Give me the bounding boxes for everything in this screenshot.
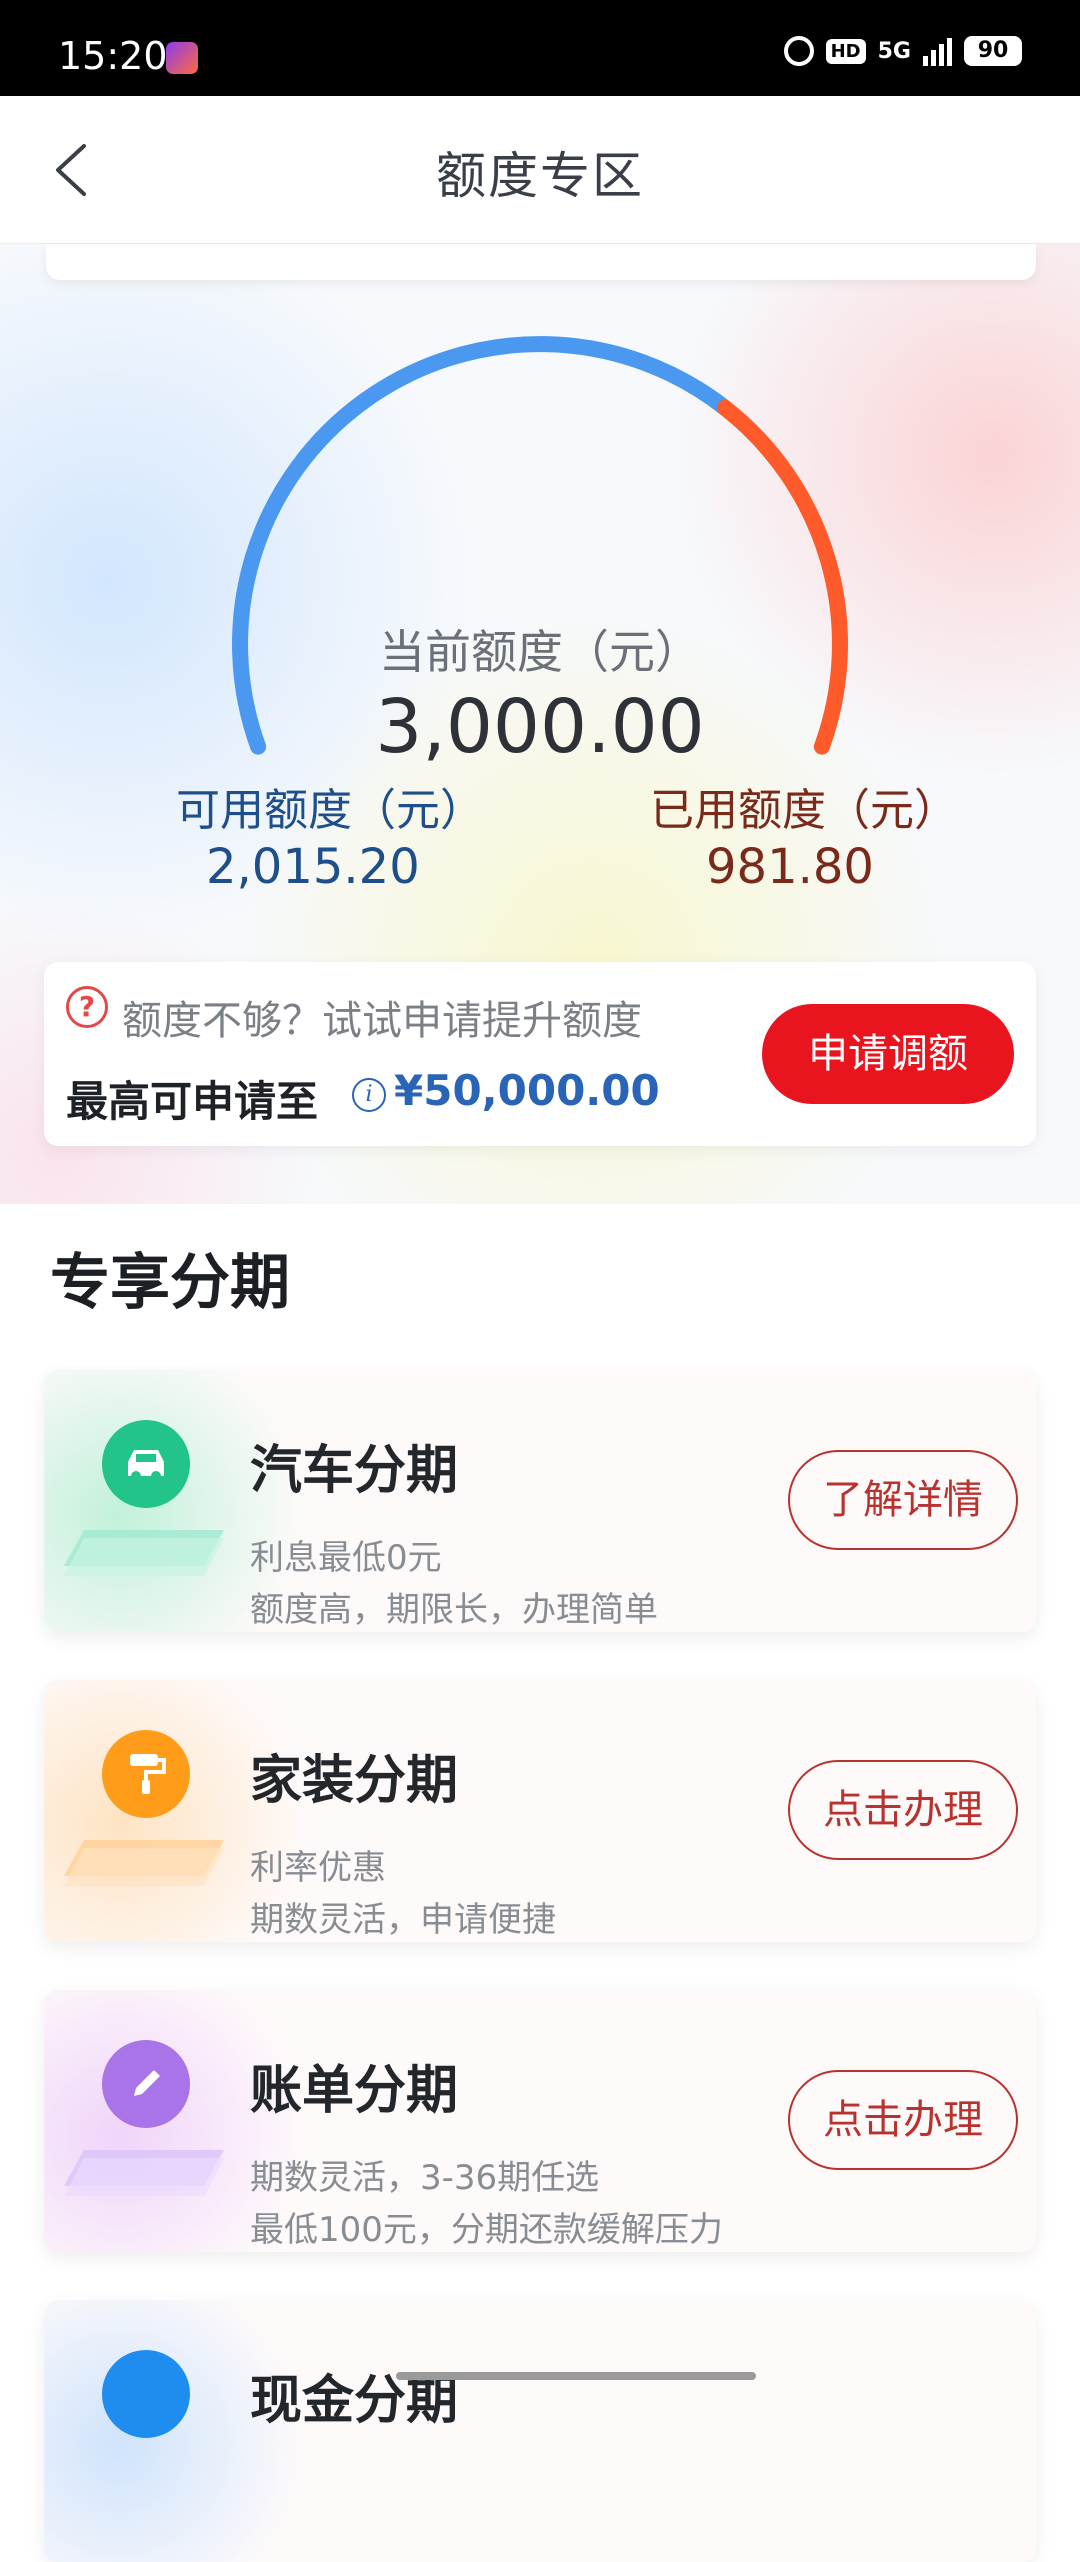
page-title: 额度专区 [436, 147, 644, 205]
hd-icon: HD [825, 38, 866, 64]
platform-decoration [64, 2150, 224, 2196]
home-indicator [396, 2372, 756, 2380]
apply-increase-button[interactable]: 申请调额 [762, 1004, 1014, 1104]
credit-gauge: 当前额度（元） 3,000.00 [220, 334, 860, 774]
network-label: 5G [877, 38, 911, 64]
max-quota-value: ¥50,000.00 [394, 1066, 660, 1115]
quota-increase-card: ? 额度不够？试试申请提升额度 最高可申请至 i ¥50,000.00 申请调额 [44, 962, 1036, 1146]
loan-desc-2: 期数灵活，申请便捷 [250, 1900, 556, 1940]
pencil-icon [102, 2040, 190, 2128]
credit-summary: 当前额度（元） 3,000.00 可用额度（元） 2,015.20 已用额度（元… [0, 244, 1080, 1204]
system-icons: HD 5G 90 [783, 36, 1022, 66]
current-credit-label: 当前额度（元） [379, 625, 701, 679]
platform-decoration [64, 1530, 224, 1576]
platform-decoration [64, 1840, 224, 1886]
battery-icon: 90 [964, 36, 1022, 66]
loan-desc-1: 利率优惠 [250, 1848, 386, 1888]
apply-now-button[interactable]: 点击办理 [788, 2070, 1018, 2170]
alarm-icon [783, 36, 814, 66]
nav-bar: 额度专区 [0, 96, 1080, 244]
available-credit-label: 可用额度（元） [176, 785, 484, 836]
car-icon [102, 1420, 190, 1508]
section-title: 专享分期 [50, 1248, 290, 1318]
loan-name: 家装分期 [250, 1751, 459, 1811]
loan-card-home-decor[interactable]: 家装分期 利率优惠 期数灵活，申请便捷 点击办理 [44, 1680, 1036, 1942]
cash-icon [102, 2350, 190, 2438]
loan-desc-2: 额度高，期限长，办理简单 [250, 1590, 658, 1630]
learn-more-button[interactable]: 了解详情 [788, 1450, 1018, 1550]
loan-desc-1: 利息最低0元 [250, 1538, 442, 1578]
paint-roller-icon [102, 1730, 190, 1818]
top-card-edge [46, 244, 1036, 280]
loan-card-cash[interactable]: 现金分期 [44, 2300, 1036, 2562]
loan-desc-2: 最低100元，分期还款缓解压力 [250, 2210, 723, 2250]
max-quota-label: 最高可申请至 [66, 1077, 319, 1126]
info-icon[interactable]: i [352, 1078, 386, 1112]
question-icon: ? [66, 986, 108, 1028]
apply-now-button[interactable]: 点击办理 [788, 1760, 1018, 1860]
used-credit-value: 981.80 [706, 839, 874, 895]
status-bar: 15:20 HD 5G 90 [0, 0, 1080, 96]
loan-card-bill[interactable]: 账单分期 期数灵活，3-36期任选 最低100元，分期还款缓解压力 点击办理 [44, 1990, 1036, 2252]
loan-name: 汽车分期 [250, 1441, 459, 1501]
quota-tip: 额度不够？试试申请提升额度 [122, 998, 642, 1044]
loan-name: 现金分期 [250, 2371, 459, 2431]
loan-card-car[interactable]: 汽车分期 利息最低0元 额度高，期限长，办理简单 了解详情 [44, 1370, 1036, 1632]
loan-desc-1: 期数灵活，3-36期任选 [250, 2158, 600, 2198]
loan-name: 账单分期 [250, 2061, 459, 2121]
used-credit-label: 已用额度（元） [650, 785, 958, 836]
app-notification-icon [166, 42, 198, 74]
current-credit-value: 3,000.00 [375, 684, 705, 770]
status-time: 15:20 [58, 34, 168, 78]
signal-icon [923, 36, 952, 66]
available-credit-value: 2,015.20 [206, 839, 420, 895]
